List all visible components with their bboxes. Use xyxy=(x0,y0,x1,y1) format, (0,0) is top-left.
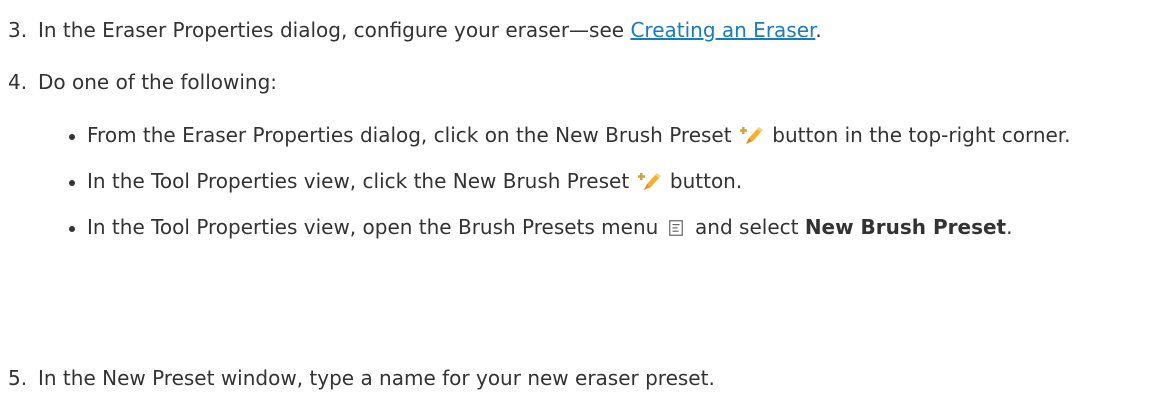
option-3-text: In the Tool Properties view, open the Br… xyxy=(87,215,659,239)
option-2-text-end: button. xyxy=(669,169,743,193)
new-brush-preset-icon xyxy=(739,127,763,144)
option-1-text: From the Eraser Properties dialog, click… xyxy=(87,123,732,147)
option-tool-properties-button: In the Tool Properties view, click the N… xyxy=(67,164,1127,199)
step-5: 5. In the New Preset window, type a name … xyxy=(8,361,715,396)
option-3-text-mid: and select xyxy=(695,215,805,239)
new-brush-preset-icon xyxy=(637,173,661,190)
step-3-number: 3. xyxy=(8,18,28,42)
options-list: From the Eraser Properties dialog, click… xyxy=(67,118,1127,256)
new-brush-preset-label: New Brush Preset xyxy=(804,215,1007,239)
document-body: 3. In the Eraser Properties dialog, confi… xyxy=(0,0,1149,415)
option-tool-properties-menu: In the Tool Properties view, open the Br… xyxy=(67,210,1127,245)
option-3-text-end: . xyxy=(1006,215,1013,239)
step-3-text: In the Eraser Properties dialog, configu… xyxy=(38,18,631,42)
step-4-text: Do one of the following: xyxy=(38,70,278,94)
step-5-number: 5. xyxy=(8,366,28,390)
step-3-text-end: . xyxy=(815,18,822,42)
step-4: 4. Do one of the following: xyxy=(8,65,277,100)
creating-an-eraser-link[interactable]: Creating an Eraser xyxy=(630,18,815,42)
brush-presets-menu-icon xyxy=(668,220,683,236)
option-2-text: In the Tool Properties view, click the N… xyxy=(87,169,630,193)
option-1-text-end: button in the top-right corner. xyxy=(772,123,1071,147)
step-5-text: In the New Preset window, type a name fo… xyxy=(38,366,715,390)
step-3: 3. In the Eraser Properties dialog, confi… xyxy=(8,13,822,48)
step-4-number: 4. xyxy=(8,70,28,94)
option-eraser-properties: From the Eraser Properties dialog, click… xyxy=(67,118,1127,153)
